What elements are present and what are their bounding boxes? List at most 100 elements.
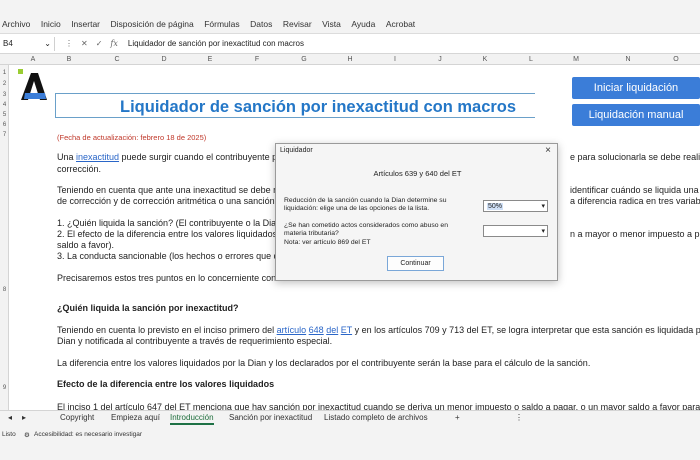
col-n[interactable]: N	[621, 54, 635, 65]
row-2[interactable]: 2	[0, 81, 9, 87]
row-6[interactable]: 6	[0, 122, 9, 128]
col-i[interactable]: I	[388, 54, 402, 65]
function-icon[interactable]: fx	[110, 39, 117, 48]
tab-listado-archivos[interactable]: Listado completo de archivos	[324, 413, 428, 422]
liquidador-dialog: Liquidador × Artículos 639 y 640 del ET …	[275, 143, 558, 281]
dialog-title: Liquidador	[280, 147, 313, 154]
more-icon[interactable]: ⋮	[65, 39, 73, 48]
reduction-question: Reducción de la sanción cuando la Dian d…	[284, 197, 447, 212]
abuse-question: ¿Se han cometido actos considerados como…	[284, 222, 448, 237]
tab-empieza-aqui[interactable]: Empieza aquí	[111, 413, 160, 422]
paragraph-2-line-2: de corrección y de corrección aritmética…	[57, 196, 288, 206]
row-1[interactable]: 1	[0, 70, 9, 76]
648-link[interactable]: 648	[309, 325, 324, 335]
abuse-select[interactable]: ▾	[483, 225, 548, 237]
col-b[interactable]: B	[62, 54, 76, 65]
menu-archivo[interactable]: Archivo	[2, 19, 30, 29]
dropdown-arrow-icon[interactable]: ▾	[541, 227, 545, 235]
page-title: Liquidador de sanción por inexactitud co…	[120, 98, 517, 116]
paragraph-1-line-2: corrección.	[57, 164, 102, 174]
paragraph-2-line-1: Teniendo en cuenta que ante una inexacti…	[57, 185, 287, 195]
row-3[interactable]: 3	[0, 92, 9, 98]
menu-vista[interactable]: Vista	[322, 19, 341, 29]
tab-options-icon[interactable]: ⋮	[515, 413, 523, 422]
dropdown-arrow-icon[interactable]: ▾	[541, 202, 545, 210]
list-item-2-tail: n a mayor o menor impuesto a pagar	[570, 229, 700, 239]
row-8[interactable]: 8	[0, 287, 9, 293]
status-ready: Listo	[2, 431, 16, 438]
paragraph-2-line-2-tail: a diferencia radica en tres variables:	[570, 196, 700, 206]
formula-bar: B4 ⌄ ⋮ ✕ ✓ fx Liquidador de sanción por …	[0, 34, 700, 54]
row-header: 1 2 3 4 5 6 7 8 9	[0, 65, 9, 410]
col-c[interactable]: C	[110, 54, 124, 65]
row-7[interactable]: 7	[0, 132, 9, 138]
update-date: (Fecha de actualización: febrero 18 de 2…	[57, 133, 207, 142]
add-sheet-button[interactable]: +	[455, 413, 460, 422]
formula-input[interactable]: Liquidador de sanción por inexactitud co…	[128, 39, 304, 48]
list-item-2-line-2: saldo a favor).	[57, 240, 115, 250]
tab-sancion-inexactitud[interactable]: Sanción por inexactitud	[229, 413, 312, 422]
sheet-tabs: ◂ ▸ Copyright Empieza aquí Introducción …	[0, 410, 700, 426]
tab-nav-right-icon[interactable]: ▸	[22, 413, 26, 422]
accessibility-icon[interactable]: ⚙	[24, 431, 30, 439]
row-5[interactable]: 5	[0, 112, 9, 118]
inexactitud-link[interactable]: inexactitud	[76, 152, 119, 162]
paragraph-2-line-1-tail: identificar cuándo se liquida una sanc	[570, 185, 700, 195]
col-l[interactable]: L	[524, 54, 538, 65]
menu-insertar[interactable]: Insertar	[71, 19, 100, 29]
name-box[interactable]: B4 ⌄	[1, 36, 55, 51]
col-m[interactable]: M	[569, 54, 583, 65]
row-4[interactable]: 4	[0, 102, 9, 108]
tab-nav-left-icon[interactable]: ◂	[8, 413, 12, 422]
menu-disposicion[interactable]: Disposición de página	[111, 19, 194, 29]
col-o[interactable]: O	[669, 54, 683, 65]
paragraph-3: Precisaremos estos tres puntos en lo con…	[57, 273, 286, 283]
continue-button[interactable]: Continuar	[387, 256, 444, 271]
list-item-1: 1. ¿Quién liquida la sanción? (El contri…	[57, 218, 285, 228]
col-j[interactable]: J	[433, 54, 447, 65]
reduction-value: 50%	[487, 202, 504, 210]
list-item-3: 3. La conducta sancionable (los hechos o…	[57, 251, 284, 261]
menu-acrobat[interactable]: Acrobat	[386, 19, 415, 29]
col-h[interactable]: H	[343, 54, 357, 65]
col-f[interactable]: F	[250, 54, 264, 65]
articulo-link[interactable]: artículo	[277, 325, 307, 335]
col-g[interactable]: G	[297, 54, 311, 65]
chevron-down-icon[interactable]: ⌄	[44, 39, 51, 48]
check-icon[interactable]: ✓	[96, 39, 103, 48]
tab-introduccion[interactable]: Introducción	[170, 413, 214, 425]
actualicese-logo-icon	[18, 69, 47, 100]
paragraph-1-line-1-tail: e para solucionarla se debe realizar u	[570, 152, 700, 162]
section-heading-1: ¿Quién liquida la sanción por inexactitu…	[57, 303, 239, 313]
section-heading-2: Efecto de la diferencia entre los valore…	[57, 379, 275, 389]
col-a[interactable]: A	[26, 54, 40, 65]
menu-formulas[interactable]: Fórmulas	[204, 19, 239, 29]
reduction-select[interactable]: 50% ▾	[483, 200, 548, 212]
paragraph-5: La diferencia entre los valores liquidad…	[57, 358, 591, 368]
column-header: A B C D E F G H I J K L M N O	[0, 54, 700, 65]
cell-reference: B4	[3, 39, 13, 48]
col-d[interactable]: D	[157, 54, 171, 65]
et-link[interactable]: ET	[341, 325, 352, 335]
del-link[interactable]: del	[326, 325, 338, 335]
cancel-icon[interactable]: ✕	[81, 39, 88, 48]
paragraph-4-line-2: Dian y notificada al contribuyente a tra…	[57, 336, 333, 346]
menu-datos[interactable]: Datos	[250, 19, 272, 29]
col-k[interactable]: K	[478, 54, 492, 65]
menu-bar: Archivo Inicio Insertar Disposición de p…	[0, 0, 700, 34]
start-liquidation-button[interactable]: Iniciar liquidación	[572, 77, 700, 99]
manual-liquidation-button[interactable]: Liquidación manual	[572, 104, 700, 126]
row-9[interactable]: 9	[0, 385, 9, 391]
abuse-note: Nota: ver artículo 869 del ET	[284, 239, 371, 246]
menu-ayuda[interactable]: Ayuda	[351, 19, 375, 29]
menu-inicio[interactable]: Inicio	[41, 19, 61, 29]
paragraph-1-line-1: Una inexactitud puede surgir cuando el c…	[57, 152, 286, 162]
status-bar: Listo ⚙ Accesibilidad: es necesario inve…	[0, 426, 700, 460]
status-accessibility[interactable]: Accesibilidad: es necesario investigar	[34, 431, 142, 438]
close-icon[interactable]: ×	[545, 145, 551, 156]
list-item-2: 2. El efecto de la diferencia entre los …	[57, 229, 278, 239]
tab-copyright[interactable]: Copyright	[60, 413, 94, 422]
col-e[interactable]: E	[203, 54, 217, 65]
menu-revisar[interactable]: Revisar	[283, 19, 312, 29]
dialog-heading: Artículos 639 y 640 del ET	[373, 169, 462, 178]
